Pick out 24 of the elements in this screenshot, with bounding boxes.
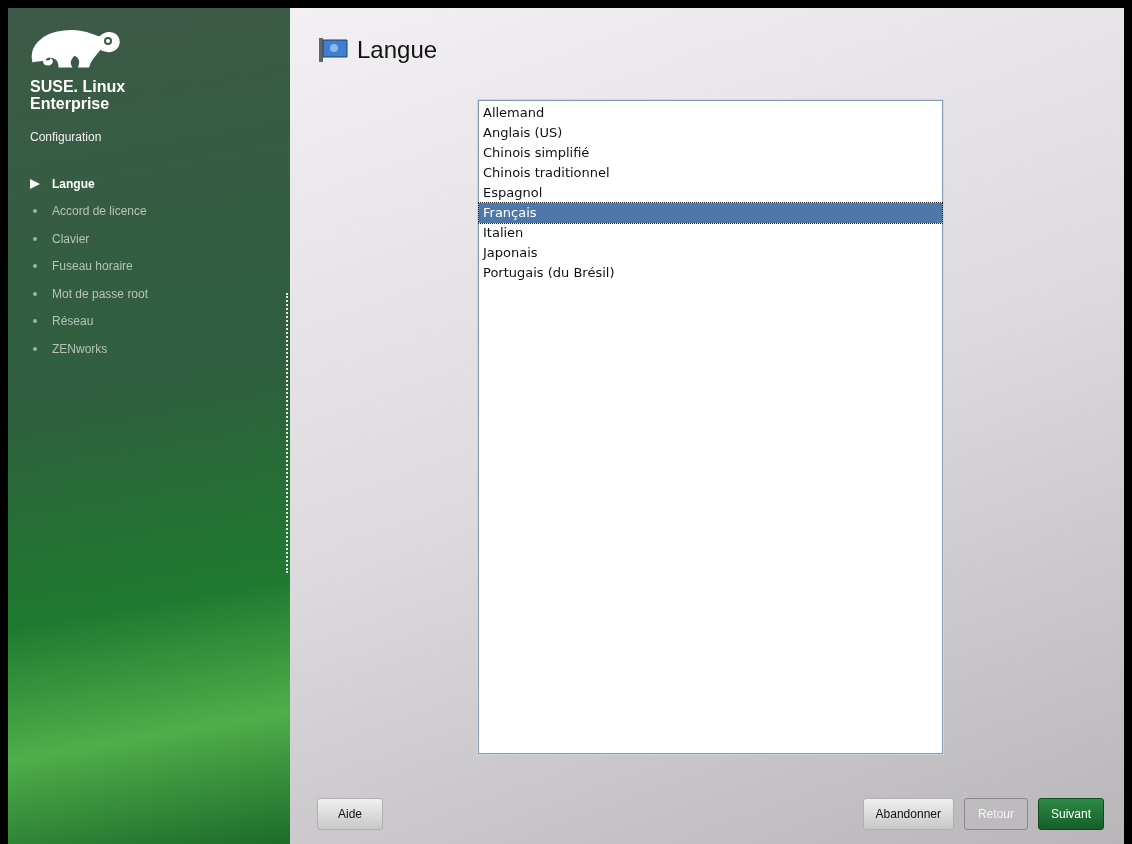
next-button[interactable]: Suivant: [1037, 798, 1104, 830]
language-item[interactable]: Chinois traditionnel: [479, 163, 942, 183]
language-item[interactable]: Chinois simplifié: [479, 143, 942, 163]
language-item[interactable]: Anglais (US): [479, 123, 942, 143]
language-item[interactable]: Italien: [479, 223, 942, 243]
page-title: Langue: [357, 36, 438, 64]
language-item[interactable]: Français: [479, 203, 942, 223]
help-button[interactable]: Aide: [317, 798, 383, 830]
abort-button[interactable]: Abandonner: [862, 798, 954, 830]
language-item[interactable]: Espagnol: [479, 183, 942, 203]
language-item[interactable]: Allemand: [479, 103, 942, 123]
language-item[interactable]: Portugais (du Brésil): [479, 263, 942, 283]
language-list[interactable]: Allemand Anglais (US) Chinois simplifié Chinois traditionnel Espagnol Français Italien Japonais Portugais (du Brésil): [478, 100, 943, 754]
step-label: Réseau: [52, 314, 94, 329]
brand-name: SUSE. Linux Enterprise: [30, 78, 127, 112]
step-label: Langue: [52, 176, 95, 191]
flag-icon: [317, 37, 349, 63]
section-title: Configuration: [30, 130, 103, 144]
step-label: Mot de passe root: [52, 286, 149, 301]
step-label: Fuseau horaire: [52, 259, 133, 274]
step-label: ZENworks: [52, 341, 108, 356]
step-label: Accord de licence: [52, 204, 147, 219]
language-item[interactable]: Japonais: [479, 243, 942, 263]
step-label: Clavier: [52, 231, 90, 246]
